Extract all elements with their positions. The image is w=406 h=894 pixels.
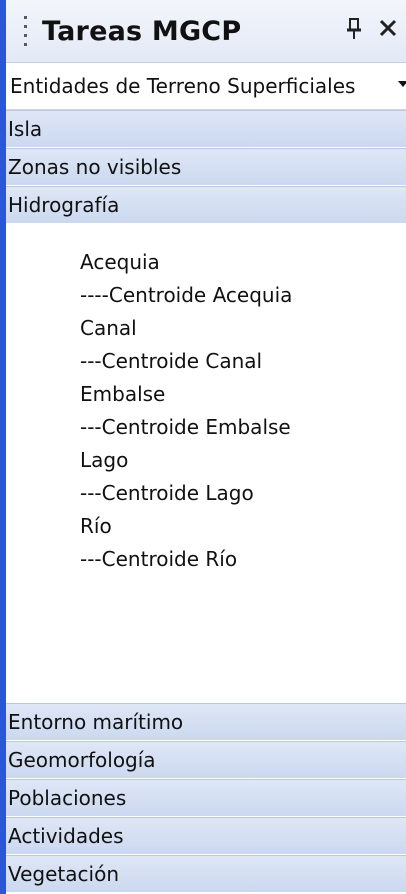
chevron-down-icon[interactable]: [398, 81, 406, 87]
panel-titlebar[interactable]: Tareas MGCP: [6, 0, 406, 63]
group-label: Poblaciones: [8, 786, 127, 810]
group-label: Entorno marítimo: [8, 710, 184, 734]
task-acequia[interactable]: Acequia: [80, 246, 406, 279]
task-centroide-acequia[interactable]: ----Centroide Acequia: [80, 279, 406, 312]
panel-title: Tareas MGCP: [42, 15, 242, 47]
group-geomorfologia[interactable]: Geomorfología: [6, 741, 406, 779]
group-label: Hidrografía: [8, 193, 120, 217]
group-label: Vegetación: [8, 862, 119, 886]
task-centroide-canal[interactable]: ---Centroide Canal: [80, 345, 406, 378]
task-lago[interactable]: Lago: [80, 444, 406, 477]
task-embalse[interactable]: Embalse: [80, 378, 406, 411]
task-centroide-lago[interactable]: ---Centroide Lago: [80, 477, 406, 510]
grip-icon[interactable]: [22, 16, 28, 46]
group-label: Actividades: [8, 824, 124, 848]
close-icon[interactable]: [378, 18, 398, 42]
dropdown-selected-value: Entidades de Terreno Superficiales: [10, 74, 356, 98]
group-label: Isla: [8, 117, 43, 141]
group-label: Zonas no visibles: [8, 155, 182, 179]
pin-icon[interactable]: [346, 18, 362, 44]
group-isla[interactable]: Isla: [6, 110, 406, 148]
group-hidrografia[interactable]: Hidrografía: [6, 186, 406, 224]
entity-type-dropdown[interactable]: Entidades de Terreno Superficiales: [6, 63, 406, 110]
task-panel: Tareas MGCP Entidades de Terreno Superfi…: [0, 0, 406, 894]
group-label: Geomorfología: [8, 748, 156, 772]
group-actividades[interactable]: Actividades: [6, 817, 406, 855]
group-vegetacion[interactable]: Vegetación: [6, 855, 406, 893]
task-centroide-rio[interactable]: ---Centroide Río: [80, 543, 406, 576]
hidrografia-task-list: Acequia ----Centroide Acequia Canal ---C…: [6, 224, 406, 703]
group-zonas-no-visibles[interactable]: Zonas no visibles: [6, 148, 406, 186]
task-rio[interactable]: Río: [80, 510, 406, 543]
task-canal[interactable]: Canal: [80, 312, 406, 345]
group-entorno-maritimo[interactable]: Entorno marítimo: [6, 703, 406, 741]
group-poblaciones[interactable]: Poblaciones: [6, 779, 406, 817]
task-centroide-embalse[interactable]: ---Centroide Embalse: [80, 411, 406, 444]
